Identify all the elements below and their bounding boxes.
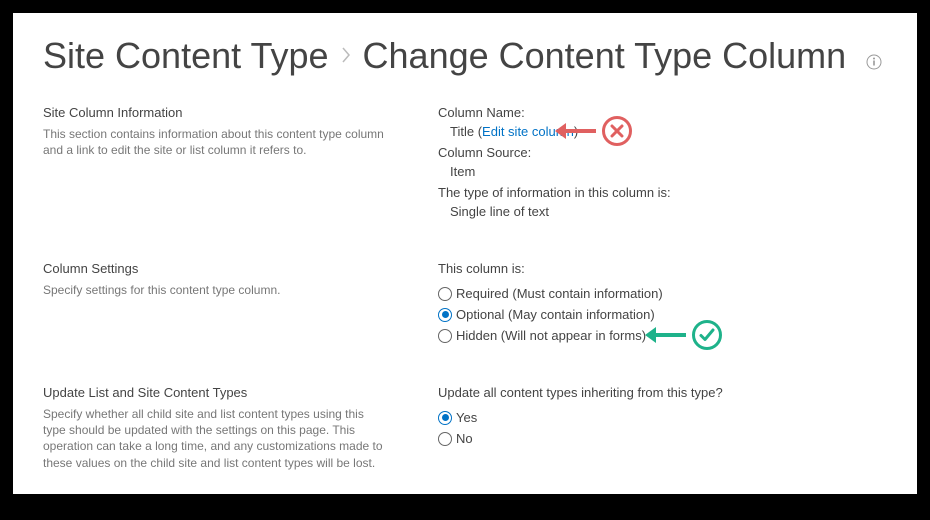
section-desc: Specify whether all child site and list …: [43, 406, 388, 471]
section-desc: This section contains information about …: [43, 126, 388, 158]
arrow-left-icon: [554, 116, 596, 146]
section-left: Update List and Site Content Types Speci…: [43, 385, 388, 471]
section-left: Site Column Information This section con…: [43, 105, 388, 225]
column-source-label: Column Source:: [438, 145, 887, 160]
check-circle-icon: [692, 320, 722, 350]
breadcrumb-parent[interactable]: Site Content Type: [43, 35, 329, 77]
radio-button[interactable]: [438, 432, 452, 446]
radio-button[interactable]: [438, 329, 452, 343]
radio-label: Optional (May contain information): [456, 307, 655, 322]
page-frame: Site Content Type Change Content Type Co…: [13, 13, 917, 494]
column-type-label: The type of information in this column i…: [438, 185, 887, 200]
section-heading: Site Column Information: [43, 105, 388, 120]
section-right: Column Name: Title (Edit site column) Co…: [438, 105, 887, 225]
column-name-label: Column Name:: [438, 105, 887, 120]
annotation-no: [554, 116, 632, 146]
annotation-yes: [644, 320, 722, 350]
radio-button[interactable]: [438, 287, 452, 301]
radio-label: Required (Must contain information): [456, 286, 663, 301]
info-icon[interactable]: [866, 54, 882, 70]
section-desc: Specify settings for this content type c…: [43, 282, 388, 298]
section-update-inherit: Update List and Site Content Types Speci…: [43, 385, 887, 471]
section-column-info: Site Column Information This section con…: [43, 105, 887, 225]
column-source-value: Item: [438, 164, 887, 179]
section-column-settings: Column Settings Specify settings for thi…: [43, 261, 887, 349]
radio-button[interactable]: [438, 308, 452, 322]
column-name-value: Title: [450, 124, 474, 139]
radio-required[interactable]: Required (Must contain information): [438, 286, 887, 301]
radio-hidden[interactable]: Hidden (Will not appear in forms): [438, 328, 887, 343]
settings-prompt: This column is:: [438, 261, 887, 276]
page-header: Site Content Type Change Content Type Co…: [43, 35, 887, 77]
radio-label: No: [456, 431, 473, 446]
section-right: This column is: Required (Must contain i…: [438, 261, 887, 349]
inherit-prompt: Update all content types inheriting from…: [438, 385, 887, 400]
section-heading: Update List and Site Content Types: [43, 385, 388, 400]
column-name-value-row: Title (Edit site column): [438, 124, 887, 139]
section-right: Update all content types inheriting from…: [438, 385, 887, 471]
radio-inherit-no[interactable]: No: [438, 431, 887, 446]
radio-label: Hidden (Will not appear in forms): [456, 328, 646, 343]
chevron-right-icon: [341, 43, 351, 69]
radio-label: Yes: [456, 410, 477, 425]
radio-inherit-yes[interactable]: Yes: [438, 410, 887, 425]
x-circle-icon: [602, 116, 632, 146]
radio-button[interactable]: [438, 411, 452, 425]
column-type-value: Single line of text: [438, 204, 887, 219]
section-heading: Column Settings: [43, 261, 388, 276]
arrow-left-icon: [644, 320, 686, 350]
page-title: Change Content Type Column: [363, 35, 847, 77]
section-left: Column Settings Specify settings for thi…: [43, 261, 388, 349]
